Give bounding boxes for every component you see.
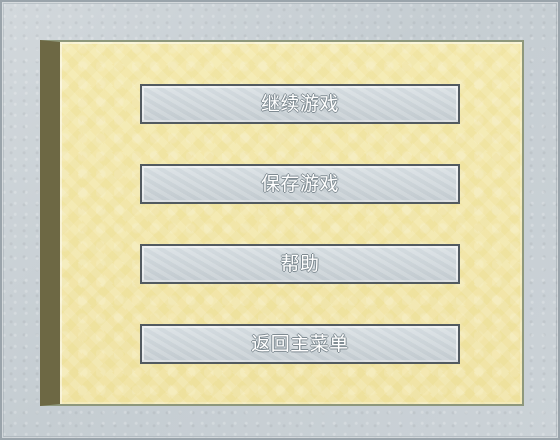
menu-panel: 继续游戏 保存游戏 帮助 返回主菜单 <box>40 40 524 406</box>
save-game-button[interactable]: 保存游戏 <box>140 164 460 204</box>
help-button[interactable]: 帮助 <box>140 244 460 284</box>
main-menu-button[interactable]: 返回主菜单 <box>140 324 460 364</box>
main-menu-label: 返回主菜单 <box>251 332 349 355</box>
save-game-label: 保存游戏 <box>260 172 339 195</box>
continue-game-label: 继续游戏 <box>260 92 339 115</box>
pause-menu-screen: 继续游戏 保存游戏 帮助 返回主菜单 <box>0 0 560 440</box>
help-label: 帮助 <box>280 252 320 275</box>
continue-game-button[interactable]: 继续游戏 <box>140 84 460 124</box>
